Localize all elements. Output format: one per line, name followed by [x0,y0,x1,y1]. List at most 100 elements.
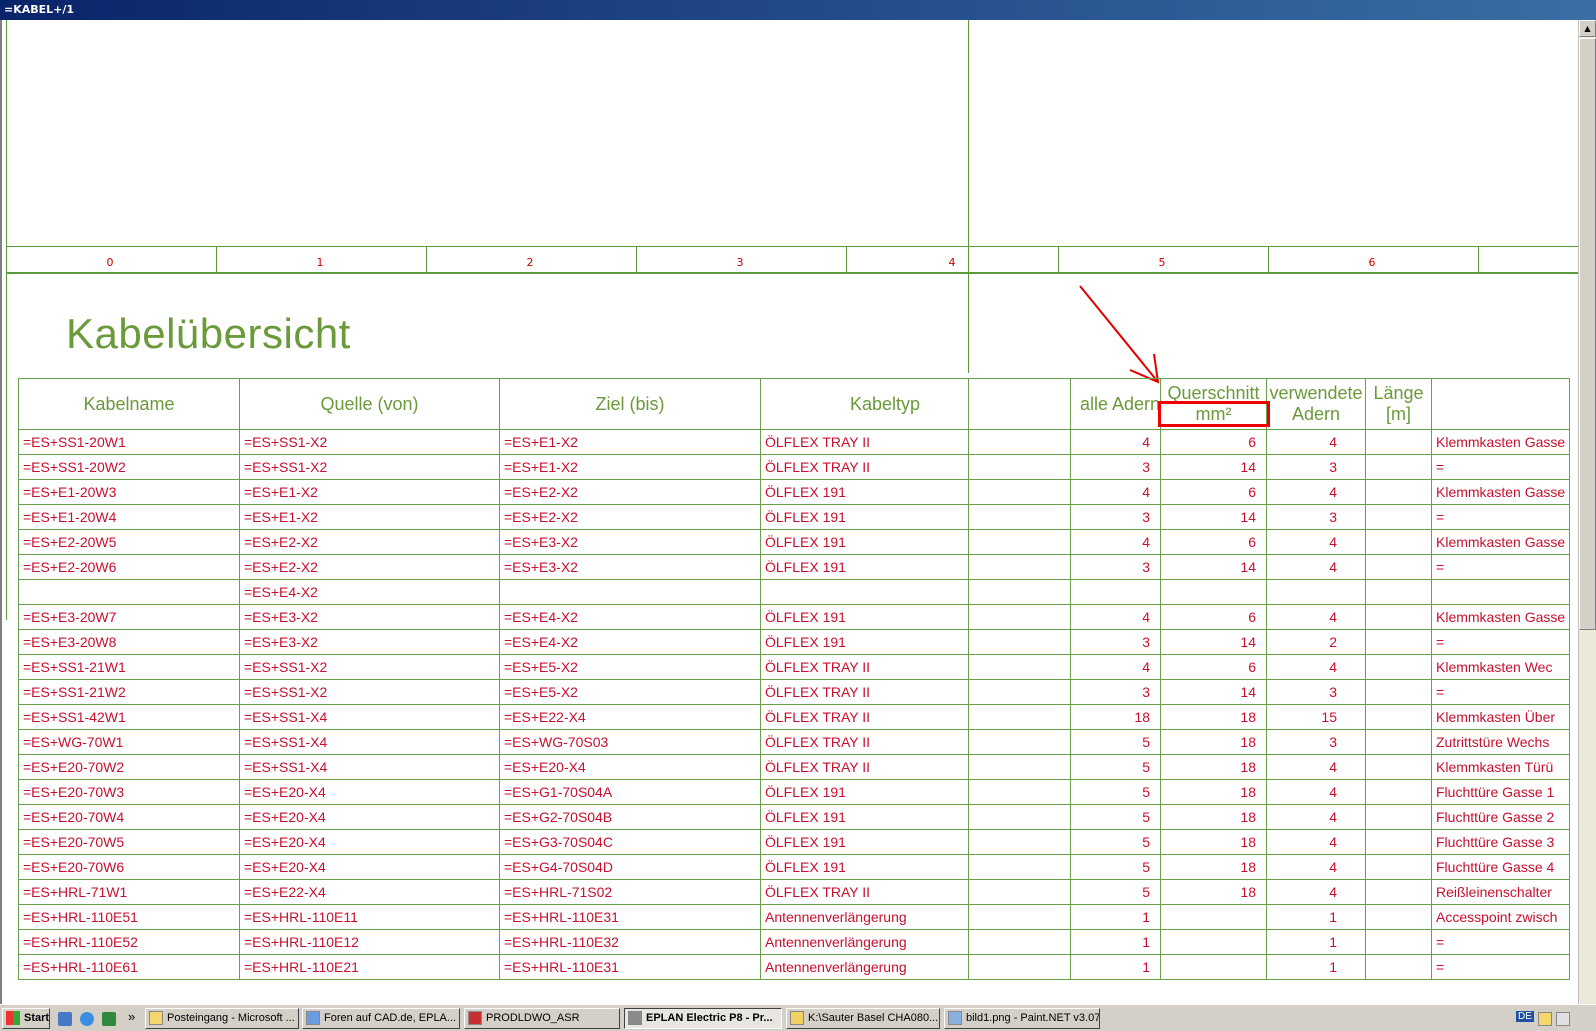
taskbar-item-prodldwo[interactable]: PRODLDWO_ASR [464,1008,620,1029]
cell-kabeltyp: ÖLFLEX TRAY II [760,704,969,730]
table-row[interactable]: =ES+E3-20W7 =ES+E3-X2 =ES+E4-X2 ÖLFLEX 191 4… [18,604,1571,630]
table-row[interactable]: =ES+E20-70W3 =ES+E20-X4 =ES+G1-70S04A ÖLFLE… [18,779,1571,805]
header-ziel[interactable]: Ziel (bis) [499,378,761,430]
tray-outlook-icon[interactable] [1538,1012,1552,1026]
cell-verwendete-adern: 4 [1266,754,1366,780]
header-quelle[interactable]: Quelle (von) [239,378,500,430]
cell-kabelname: =ES+E1-20W4 [18,504,240,530]
scroll-thumb[interactable] [1579,38,1596,630]
cell-beschreibung: Zutrittstüre Wechs [1430,729,1571,755]
table-row[interactable]: =ES+SS1-20W1 =ES+SS1-X2 =ES+E1-X2 ÖLFLEX TR… [18,429,1571,455]
cell-laenge [1365,804,1432,830]
quicklaunch-ie-icon[interactable] [80,1012,94,1026]
window-title-bar[interactable]: =KABEL+/1 [0,0,1596,20]
scroll-up-button[interactable]: ▲ [1579,20,1596,37]
cell-quelle: =ES+E20-X4 [239,829,500,855]
colsep [426,246,427,272]
cell-beschreibung: = [1430,504,1571,530]
cell-laenge [1365,529,1432,555]
arrow-icon [1079,285,1160,384]
cell-blank [968,579,1071,605]
cell-quelle: =ES+SS1-X2 [239,654,500,680]
taskbar-item-foren[interactable]: Foren auf CAD.de, EPLA... [302,1008,460,1029]
cell-alle-adern: 5 [1070,754,1161,780]
cell-kabelname: =ES+SS1-20W1 [18,429,240,455]
cell-verwendete-adern: 4 [1266,529,1366,555]
taskbar-item-posteingang[interactable]: Posteingang - Microsoft ... [145,1008,299,1029]
table-row[interactable]: =ES+HRL-110E52 =ES+HRL-110E12 =ES+HRL-110E… [18,929,1571,955]
table-row[interactable]: =ES+SS1-21W1 =ES+SS1-X2 =ES+E5-X2 ÖLFLEX TR… [18,654,1571,680]
table-row[interactable]: =ES+HRL-71W1 =ES+E22-X4 =ES+HRL-71S02 ÖLFLE… [18,879,1571,905]
table-row[interactable]: =ES+E20-70W4 =ES+E20-X4 =ES+G2-70S04B ÖLFLE… [18,804,1571,830]
table-row[interactable]: =ES+E20-70W2 =ES+SS1-X4 =ES+E20-X4 ÖLFLEX T… [18,754,1571,780]
tray-app-icon[interactable] [1556,1012,1570,1026]
taskbar: Start » Posteingang - Microsoft ... Fore… [0,1004,1596,1031]
taskbar-item-eplan[interactable]: EPLAN Electric P8 - Pr... [624,1008,782,1029]
header-laenge[interactable]: Länge [m] [1365,378,1432,430]
table-row[interactable]: =ES+SS1-42W1 =ES+SS1-X4 =ES+E22-X4 ÖLFLEX T… [18,704,1571,730]
cell-kabelname: =ES+E20-70W4 [18,804,240,830]
table-row[interactable]: =ES+E1-20W4 =ES+E1-X2 =ES+E2-X2 ÖLFLEX 191 3… [18,504,1571,530]
start-button[interactable]: Start [2,1008,50,1029]
tray-language[interactable]: DE [1516,1011,1534,1022]
quicklaunch-outlook-icon[interactable] [58,1012,72,1026]
table-row[interactable]: =ES+E20-70W5 =ES+E20-X4 =ES+G3-70S04C ÖLFLE… [18,829,1571,855]
table-row[interactable]: =ES+SS1-21W2 =ES+SS1-X2 =ES+E5-X2 ÖLFLEX TR… [18,679,1571,705]
table-header-row: Kabelname Quelle (von) Ziel (bis) Kabelt… [18,378,1571,430]
taskbar-item-label: PRODLDWO_ASR [486,1012,580,1024]
cell-alle-adern: 5 [1070,729,1161,755]
taskbar-item-explorer[interactable]: K:\Sauter Basel CHA080... [786,1008,940,1029]
table-row[interactable]: =ES+E3-20W8 =ES+E3-X2 =ES+E4-X2 ÖLFLEX 191 3… [18,629,1571,655]
table-row[interactable]: =ES+E2-20W6 =ES+E2-X2 =ES+E3-X2 ÖLFLEX 191 3… [18,554,1571,580]
column-number-5: 5 [1158,256,1166,269]
cell-laenge [1365,904,1432,930]
cell-beschreibung: Klemmkasten Gasse [1430,604,1571,630]
quicklaunch-excel-icon[interactable] [102,1012,116,1026]
table-row[interactable]: =ES+E1-20W3 =ES+E1-X2 =ES+E2-X2 ÖLFLEX 191 4… [18,479,1571,505]
quicklaunch-overflow[interactable]: » [128,1009,135,1024]
highlight-box [1158,401,1270,427]
table-row[interactable]: =ES+E4-X2 [18,579,1571,605]
header-verwendete-adern[interactable]: verwendete Adern [1266,378,1366,430]
cell-querschnitt [1160,954,1267,980]
cell-alle-adern: 4 [1070,529,1161,555]
cell-ziel: =ES+E4-X2 [499,604,761,630]
cell-alle-adern [1070,579,1161,605]
cell-alle-adern: 5 [1070,879,1161,905]
cell-quelle: =ES+E1-X2 [239,504,500,530]
cell-blank [968,604,1071,630]
folder-icon [790,1011,804,1026]
cell-verwendete-adern: 1 [1266,929,1366,955]
cell-ziel: =ES+E1-X2 [499,454,761,480]
header-alle-adern[interactable]: alle Adern [1070,378,1161,430]
cell-alle-adern: 4 [1070,429,1161,455]
header-kabelname[interactable]: Kabelname [18,378,240,430]
cell-ziel: =ES+E3-X2 [499,529,761,555]
table-row[interactable]: =ES+HRL-110E61 =ES+HRL-110E21 =ES+HRL-110E… [18,954,1571,980]
cell-beschreibung: Klemmkasten Türü [1430,754,1571,780]
frame-line-bottom-strip [6,272,1578,274]
cell-verwendete-adern [1266,579,1366,605]
cell-laenge [1365,504,1432,530]
cell-laenge [1365,829,1432,855]
taskbar-item-label: Foren auf CAD.de, EPLA... [324,1012,457,1024]
header-verwendete-line1: verwendete [1269,383,1363,403]
table-row[interactable]: =ES+WG-70W1 =ES+SS1-X4 =ES+WG-70S03 ÖLFLEX … [18,729,1571,755]
cell-kabelname: =ES+SS1-42W1 [18,704,240,730]
cell-laenge [1365,754,1432,780]
colsep [216,246,217,272]
table-row[interactable]: =ES+E20-70W6 =ES+E20-X4 =ES+G4-70S04D ÖLFLE… [18,854,1571,880]
column-number-2: 2 [526,256,534,269]
frame-vertical-divider [968,20,969,373]
header-blank [968,378,1071,430]
table-row[interactable]: =ES+SS1-20W2 =ES+SS1-X2 =ES+E1-X2 ÖLFLEX TR… [18,454,1571,480]
cell-quelle: =ES+SS1-X2 [239,454,500,480]
taskbar-item-paintnet[interactable]: bild1.png - Paint.NET v3.07 [944,1008,1100,1029]
cell-kabeltyp: Antennenverlängerung [760,954,969,980]
header-kabeltyp[interactable]: Kabeltyp [760,378,969,430]
cell-kabelname: =ES+WG-70W1 [18,729,240,755]
table-row[interactable]: =ES+HRL-110E51 =ES+HRL-110E11 =ES+HRL-110E… [18,904,1571,930]
table-row[interactable]: =ES+E2-20W5 =ES+E2-X2 =ES+E3-X2 ÖLFLEX 191 4… [18,529,1571,555]
cell-verwendete-adern: 4 [1266,429,1366,455]
vertical-scrollbar[interactable]: ▲ [1578,20,1596,1004]
